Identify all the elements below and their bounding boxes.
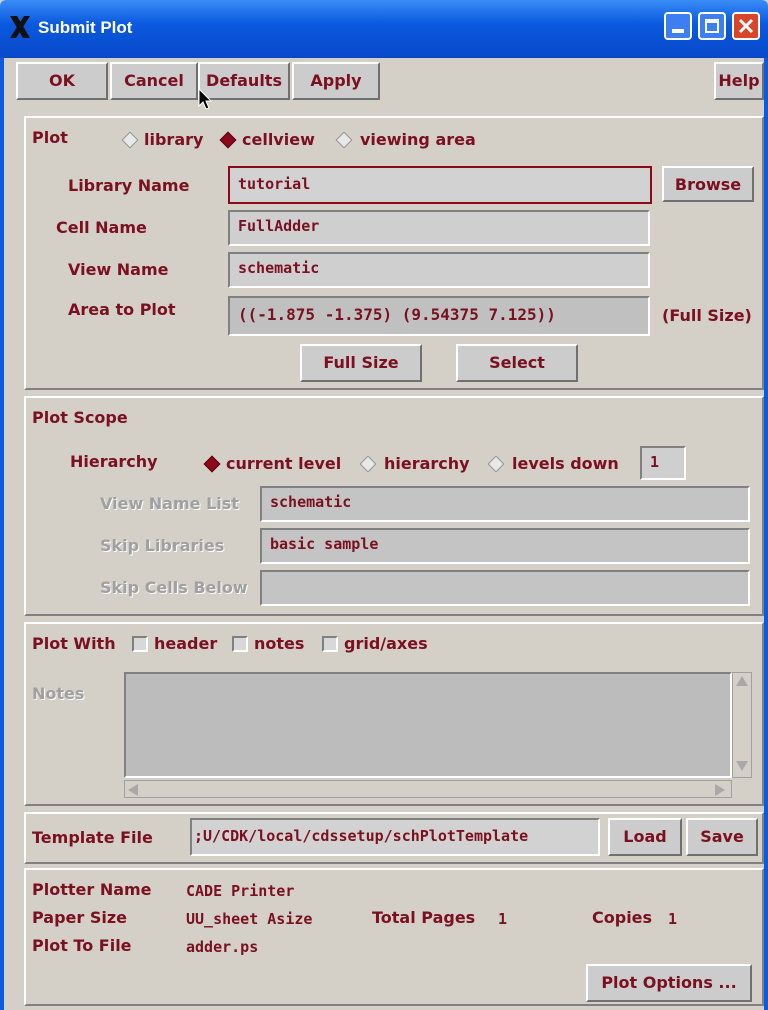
scroll-right-icon[interactable]	[715, 784, 725, 796]
copies-label: Copies	[592, 908, 653, 927]
scroll-down-icon[interactable]	[736, 761, 748, 771]
grid-axes-checkbox[interactable]	[322, 636, 338, 652]
plot-options-button[interactable]: Plot Options ...	[586, 964, 752, 1002]
skip-libraries-label: Skip Libraries	[100, 536, 225, 555]
library-name-label: Library Name	[68, 176, 190, 195]
view-name-list-field: schematic	[260, 486, 750, 522]
total-pages-label: Total Pages	[372, 908, 476, 927]
plot-with-label: Plot With	[32, 634, 116, 653]
plot-to-file-value: adder.ps	[186, 938, 259, 956]
view-name-field[interactable]: schematic	[228, 252, 650, 288]
cell-name-field[interactable]: FullAdder	[228, 210, 650, 246]
skip-cells-below-label: Skip Cells Below	[100, 578, 248, 597]
view-name-list-label: View Name List	[100, 494, 239, 513]
plot-label: Plot	[32, 128, 68, 147]
notes-vertical-scrollbar[interactable]	[732, 672, 752, 778]
hierarchy-label: Hierarchy	[70, 452, 158, 471]
full-size-button[interactable]: Full Size	[300, 344, 422, 382]
grid-axes-checkbox-label[interactable]: grid/axes	[344, 634, 428, 653]
radio-levels-down-label[interactable]: levels down	[512, 454, 619, 473]
paper-size-value: UU_sheet Asize	[186, 910, 313, 928]
area-to-plot-label: Area to Plot	[68, 300, 176, 319]
load-button[interactable]: Load	[608, 818, 682, 856]
close-icon[interactable]	[732, 12, 760, 40]
scroll-left-icon[interactable]	[128, 784, 138, 796]
total-pages-value: 1	[498, 910, 508, 928]
apply-button[interactable]: Apply	[292, 62, 380, 100]
header-checkbox[interactable]	[132, 636, 148, 652]
template-file-field[interactable]: ;U/CDK/local/cdssetup/schPlotTemplate	[190, 818, 600, 856]
notes-textarea	[124, 672, 732, 778]
skip-libraries-field: basic sample	[260, 528, 750, 564]
template-file-label: Template File	[32, 828, 153, 847]
radio-library-label[interactable]: library	[144, 130, 203, 149]
save-button[interactable]: Save	[686, 818, 758, 856]
mouse-cursor-icon	[198, 87, 214, 112]
window-frame-right	[764, 58, 768, 1010]
area-to-plot-field: ((-1.875 -1.375) (9.54375 7.125))	[228, 296, 650, 336]
x11-logo-icon	[8, 14, 32, 40]
radio-viewing-area-label[interactable]: viewing area	[360, 130, 476, 149]
cancel-button[interactable]: Cancel	[110, 62, 198, 100]
cell-name-label: Cell Name	[56, 218, 147, 237]
area-size-text: (Full Size)	[662, 306, 752, 325]
radio-hierarchy-label[interactable]: hierarchy	[384, 454, 470, 473]
notes-label: Notes	[32, 684, 85, 703]
browse-button[interactable]: Browse	[662, 166, 754, 202]
radio-current-level-label[interactable]: current level	[226, 454, 341, 473]
scroll-up-icon[interactable]	[736, 676, 748, 686]
maximize-icon[interactable]	[698, 12, 726, 40]
plot-scope-label: Plot Scope	[32, 408, 128, 427]
skip-cells-below-field	[260, 570, 750, 606]
select-button[interactable]: Select	[456, 344, 578, 382]
plot-to-file-label: Plot To File	[32, 936, 132, 955]
library-name-field[interactable]: tutorial	[228, 166, 652, 204]
window-frame-left	[0, 58, 4, 1010]
window-title: Submit Plot	[38, 18, 133, 37]
copies-value: 1	[668, 910, 678, 928]
minimize-icon[interactable]	[664, 12, 692, 40]
plotter-name-label: Plotter Name	[32, 880, 152, 899]
notes-checkbox[interactable]	[232, 636, 248, 652]
help-button[interactable]: Help	[714, 62, 764, 100]
paper-size-label: Paper Size	[32, 908, 128, 927]
notes-horizontal-scrollbar[interactable]	[124, 780, 732, 798]
header-checkbox-label[interactable]: header	[154, 634, 217, 653]
notes-checkbox-label[interactable]: notes	[254, 634, 304, 653]
radio-cellview-label[interactable]: cellview	[242, 130, 315, 149]
levels-down-field[interactable]: 1	[640, 446, 686, 480]
ok-button[interactable]: OK	[16, 62, 108, 100]
plotter-name-value: CADE Printer	[186, 882, 295, 900]
view-name-label: View Name	[68, 260, 169, 279]
